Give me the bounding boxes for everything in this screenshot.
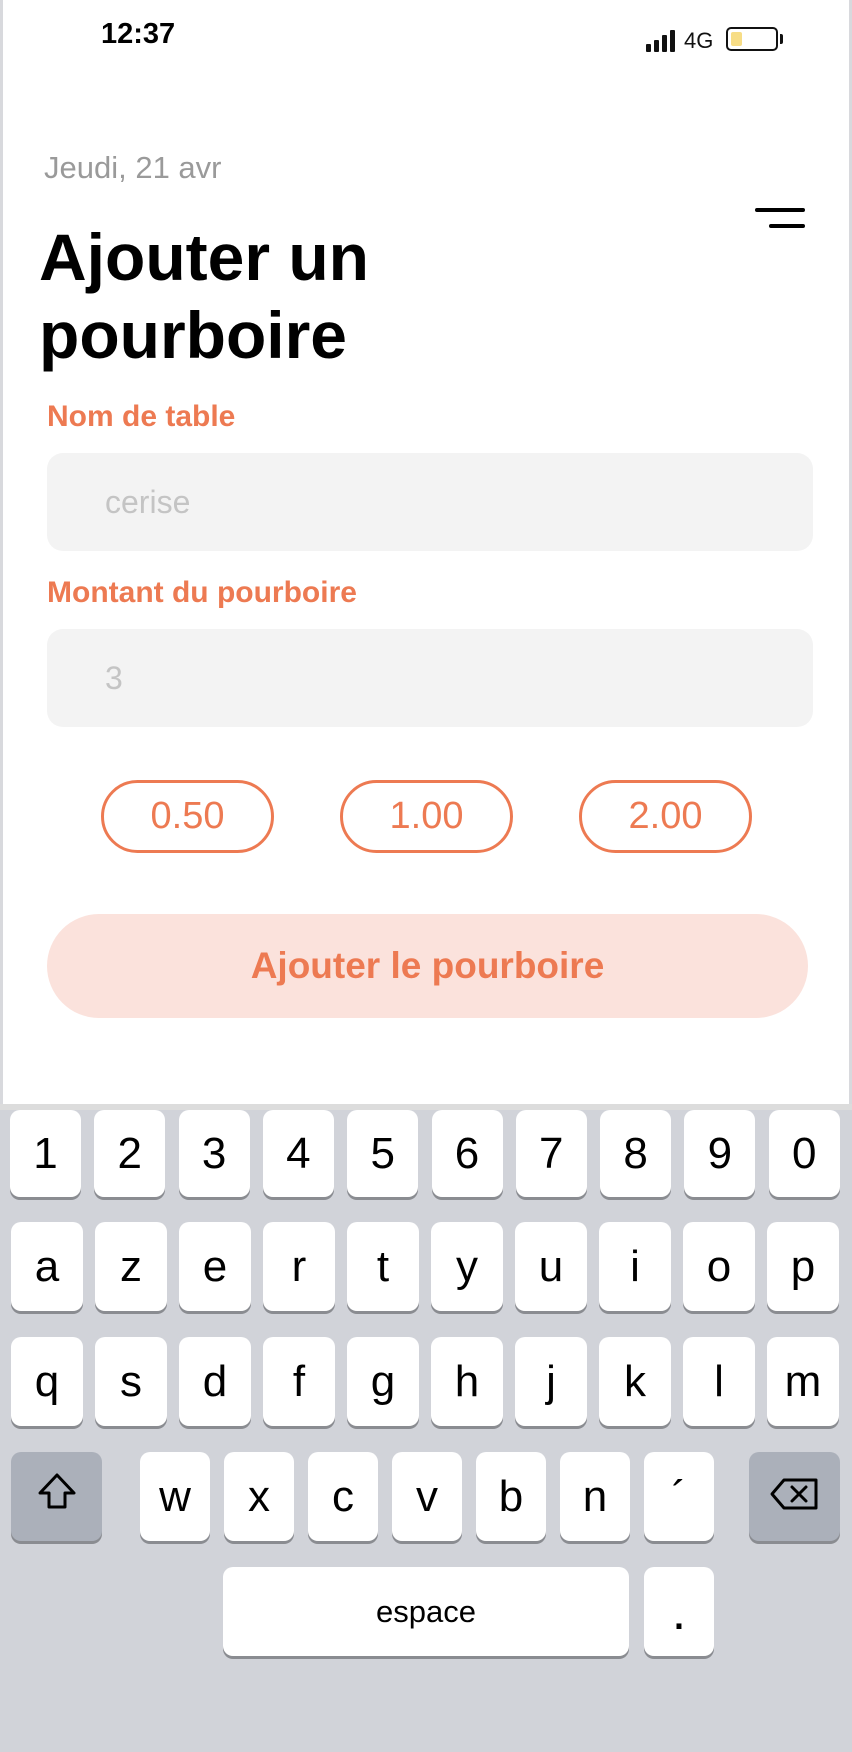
status-time: 12:37 xyxy=(101,18,176,50)
key-w[interactable]: w xyxy=(140,1452,210,1541)
key-5[interactable]: 5 xyxy=(347,1110,419,1197)
current-date: Jeudi, 21 avr xyxy=(44,150,222,185)
key-a[interactable]: a xyxy=(11,1222,83,1311)
table-name-label: Nom de table xyxy=(47,400,236,433)
key-j[interactable]: j xyxy=(515,1337,587,1426)
key-u[interactable]: u xyxy=(515,1222,587,1311)
page-title: Ajouter un pourboire xyxy=(39,220,369,372)
key-acute-accent[interactable]: ´ xyxy=(644,1452,714,1541)
network-type: 4G xyxy=(684,28,714,53)
key-9[interactable]: 9 xyxy=(684,1110,756,1197)
shift-arrow-icon xyxy=(36,1471,78,1522)
quick-amount-1-00[interactable]: 1.00 xyxy=(340,780,513,853)
key-d[interactable]: d xyxy=(179,1337,251,1426)
on-screen-keyboard: espace . 1234567890 azertyuiop qsdfghjklm w… xyxy=(0,1104,852,1752)
key-i[interactable]: i xyxy=(599,1222,671,1311)
key-2[interactable]: 2 xyxy=(94,1110,166,1197)
quick-amount-2-00[interactable]: 2.00 xyxy=(579,780,752,853)
key-p[interactable]: p xyxy=(767,1222,839,1311)
key-g[interactable]: g xyxy=(347,1337,419,1426)
quick-amount-0-50[interactable]: 0.50 xyxy=(101,780,274,853)
key-c[interactable]: c xyxy=(308,1452,378,1541)
period-key[interactable]: . xyxy=(644,1567,714,1656)
key-b[interactable]: b xyxy=(476,1452,546,1541)
key-m[interactable]: m xyxy=(767,1337,839,1426)
key-n[interactable]: n xyxy=(560,1452,630,1541)
tip-amount-input[interactable] xyxy=(47,629,813,727)
battery-icon xyxy=(726,27,778,51)
key-4[interactable]: 4 xyxy=(262,1110,334,1197)
key-r[interactable]: r xyxy=(263,1222,335,1311)
key-y[interactable]: y xyxy=(431,1222,503,1311)
key-0[interactable]: 0 xyxy=(768,1110,840,1197)
shift-key[interactable] xyxy=(11,1452,102,1541)
backspace-key[interactable] xyxy=(749,1452,840,1541)
key-q[interactable]: q xyxy=(11,1337,83,1426)
battery-tip xyxy=(780,34,783,44)
key-v[interactable]: v xyxy=(392,1452,462,1541)
tip-amount-label: Montant du pourboire xyxy=(47,576,357,609)
add-tip-button[interactable]: Ajouter le pourboire xyxy=(47,914,808,1018)
backspace-icon xyxy=(770,1472,820,1522)
table-name-input[interactable] xyxy=(47,453,813,551)
key-8[interactable]: 8 xyxy=(600,1110,672,1197)
key-e[interactable]: e xyxy=(179,1222,251,1311)
key-z[interactable]: z xyxy=(95,1222,167,1311)
key-7[interactable]: 7 xyxy=(515,1110,587,1197)
key-6[interactable]: 6 xyxy=(431,1110,503,1197)
space-key[interactable]: espace xyxy=(223,1567,629,1656)
key-x[interactable]: x xyxy=(224,1452,294,1541)
key-l[interactable]: l xyxy=(683,1337,755,1426)
key-s[interactable]: s xyxy=(95,1337,167,1426)
key-h[interactable]: h xyxy=(431,1337,503,1426)
key-t[interactable]: t xyxy=(347,1222,419,1311)
key-k[interactable]: k xyxy=(599,1337,671,1426)
cellular-signal-icon xyxy=(646,28,676,52)
key-1[interactable]: 1 xyxy=(10,1110,81,1197)
hamburger-menu-icon[interactable] xyxy=(755,208,807,230)
key-3[interactable]: 3 xyxy=(178,1110,250,1197)
battery-level xyxy=(731,32,742,46)
key-f[interactable]: f xyxy=(263,1337,335,1426)
key-o[interactable]: o xyxy=(683,1222,755,1311)
